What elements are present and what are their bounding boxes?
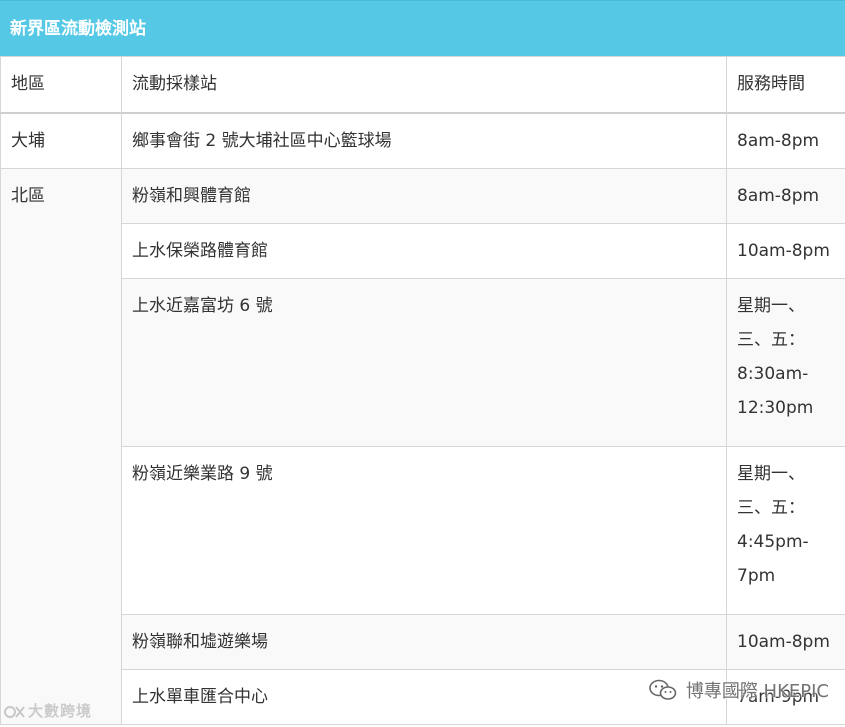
page: 新界區流動檢測站 地區 流動採樣站 服務時間 大埔 鄉事會街 2 號大埔社區中心… <box>0 0 845 727</box>
site-cell: 上水單車匯合中心 <box>121 669 727 725</box>
hours-line: 8:30am- <box>737 364 809 384</box>
hours-cell: 10am-8pm <box>726 614 845 670</box>
hours-line: 星期一、 <box>737 296 805 316</box>
hours-cell: 10am-8pm <box>726 223 845 279</box>
hours-cell: 星期一、 三、五： 8:30am- 12:30pm <box>726 278 845 447</box>
site-cell: 上水近嘉富坊 6 號 <box>121 278 727 447</box>
table-row: 大埔 鄉事會街 2 號大埔社區中心籃球場 8am-8pm <box>0 112 845 169</box>
table-row: 粉嶺聯和墟遊樂場 10am-8pm <box>1 614 845 670</box>
site-cell: 粉嶺和興體育館 <box>121 168 727 224</box>
site-cell: 上水保榮路體育館 <box>121 223 727 279</box>
table-header-row: 地區 流動採樣站 服務時間 <box>0 56 845 114</box>
testing-station-table: 地區 流動採樣站 服務時間 大埔 鄉事會街 2 號大埔社區中心籃球場 8am-8… <box>0 56 845 725</box>
header-site: 流動採樣站 <box>121 56 727 114</box>
table-row: 北區 粉嶺和興體育館 8am-8pm <box>0 168 845 725</box>
watermark-right-text: 博專國際 HKEPIC <box>685 681 829 702</box>
brand-logo-icon <box>4 705 25 718</box>
hours-line: 7pm <box>737 566 776 586</box>
header-hours: 服務時間 <box>726 56 845 114</box>
hours-line: 星期一、 <box>737 464 805 484</box>
site-cell: 鄉事會街 2 號大埔社區中心籃球場 <box>121 112 727 169</box>
watermark-left-text: 大數跨境 <box>28 702 93 720</box>
district-cell: 北區 <box>0 168 122 725</box>
hours-line: 三、五： <box>737 498 805 518</box>
table-title: 新界區流動檢測站 <box>0 0 845 56</box>
site-cell: 粉嶺近樂業路 9 號 <box>121 446 727 615</box>
hours-line: 三、五： <box>737 330 805 350</box>
district-cell: 大埔 <box>0 112 122 169</box>
hours-line: 12:30pm <box>737 398 814 418</box>
hours-cell: 8am-8pm <box>726 112 845 169</box>
table-row: 上水保榮路體育館 10am-8pm <box>1 223 845 279</box>
table-row: 上水近嘉富坊 6 號 星期一、 三、五： 8:30am- 12:30pm <box>1 278 845 447</box>
wechat-icon <box>649 679 677 700</box>
hours-cell: 8am-8pm <box>726 168 845 224</box>
header-district: 地區 <box>0 56 122 114</box>
watermark-right: 博專國際 HKEPIC <box>648 677 829 703</box>
watermark-left: 大數跨境 <box>4 700 92 721</box>
table-row: 粉嶺近樂業路 9 號 星期一、 三、五： 4:45pm- 7pm <box>1 446 845 615</box>
site-cell: 粉嶺聯和墟遊樂場 <box>121 614 727 670</box>
hours-cell: 星期一、 三、五： 4:45pm- 7pm <box>726 446 845 615</box>
hours-line: 4:45pm- <box>737 532 809 552</box>
